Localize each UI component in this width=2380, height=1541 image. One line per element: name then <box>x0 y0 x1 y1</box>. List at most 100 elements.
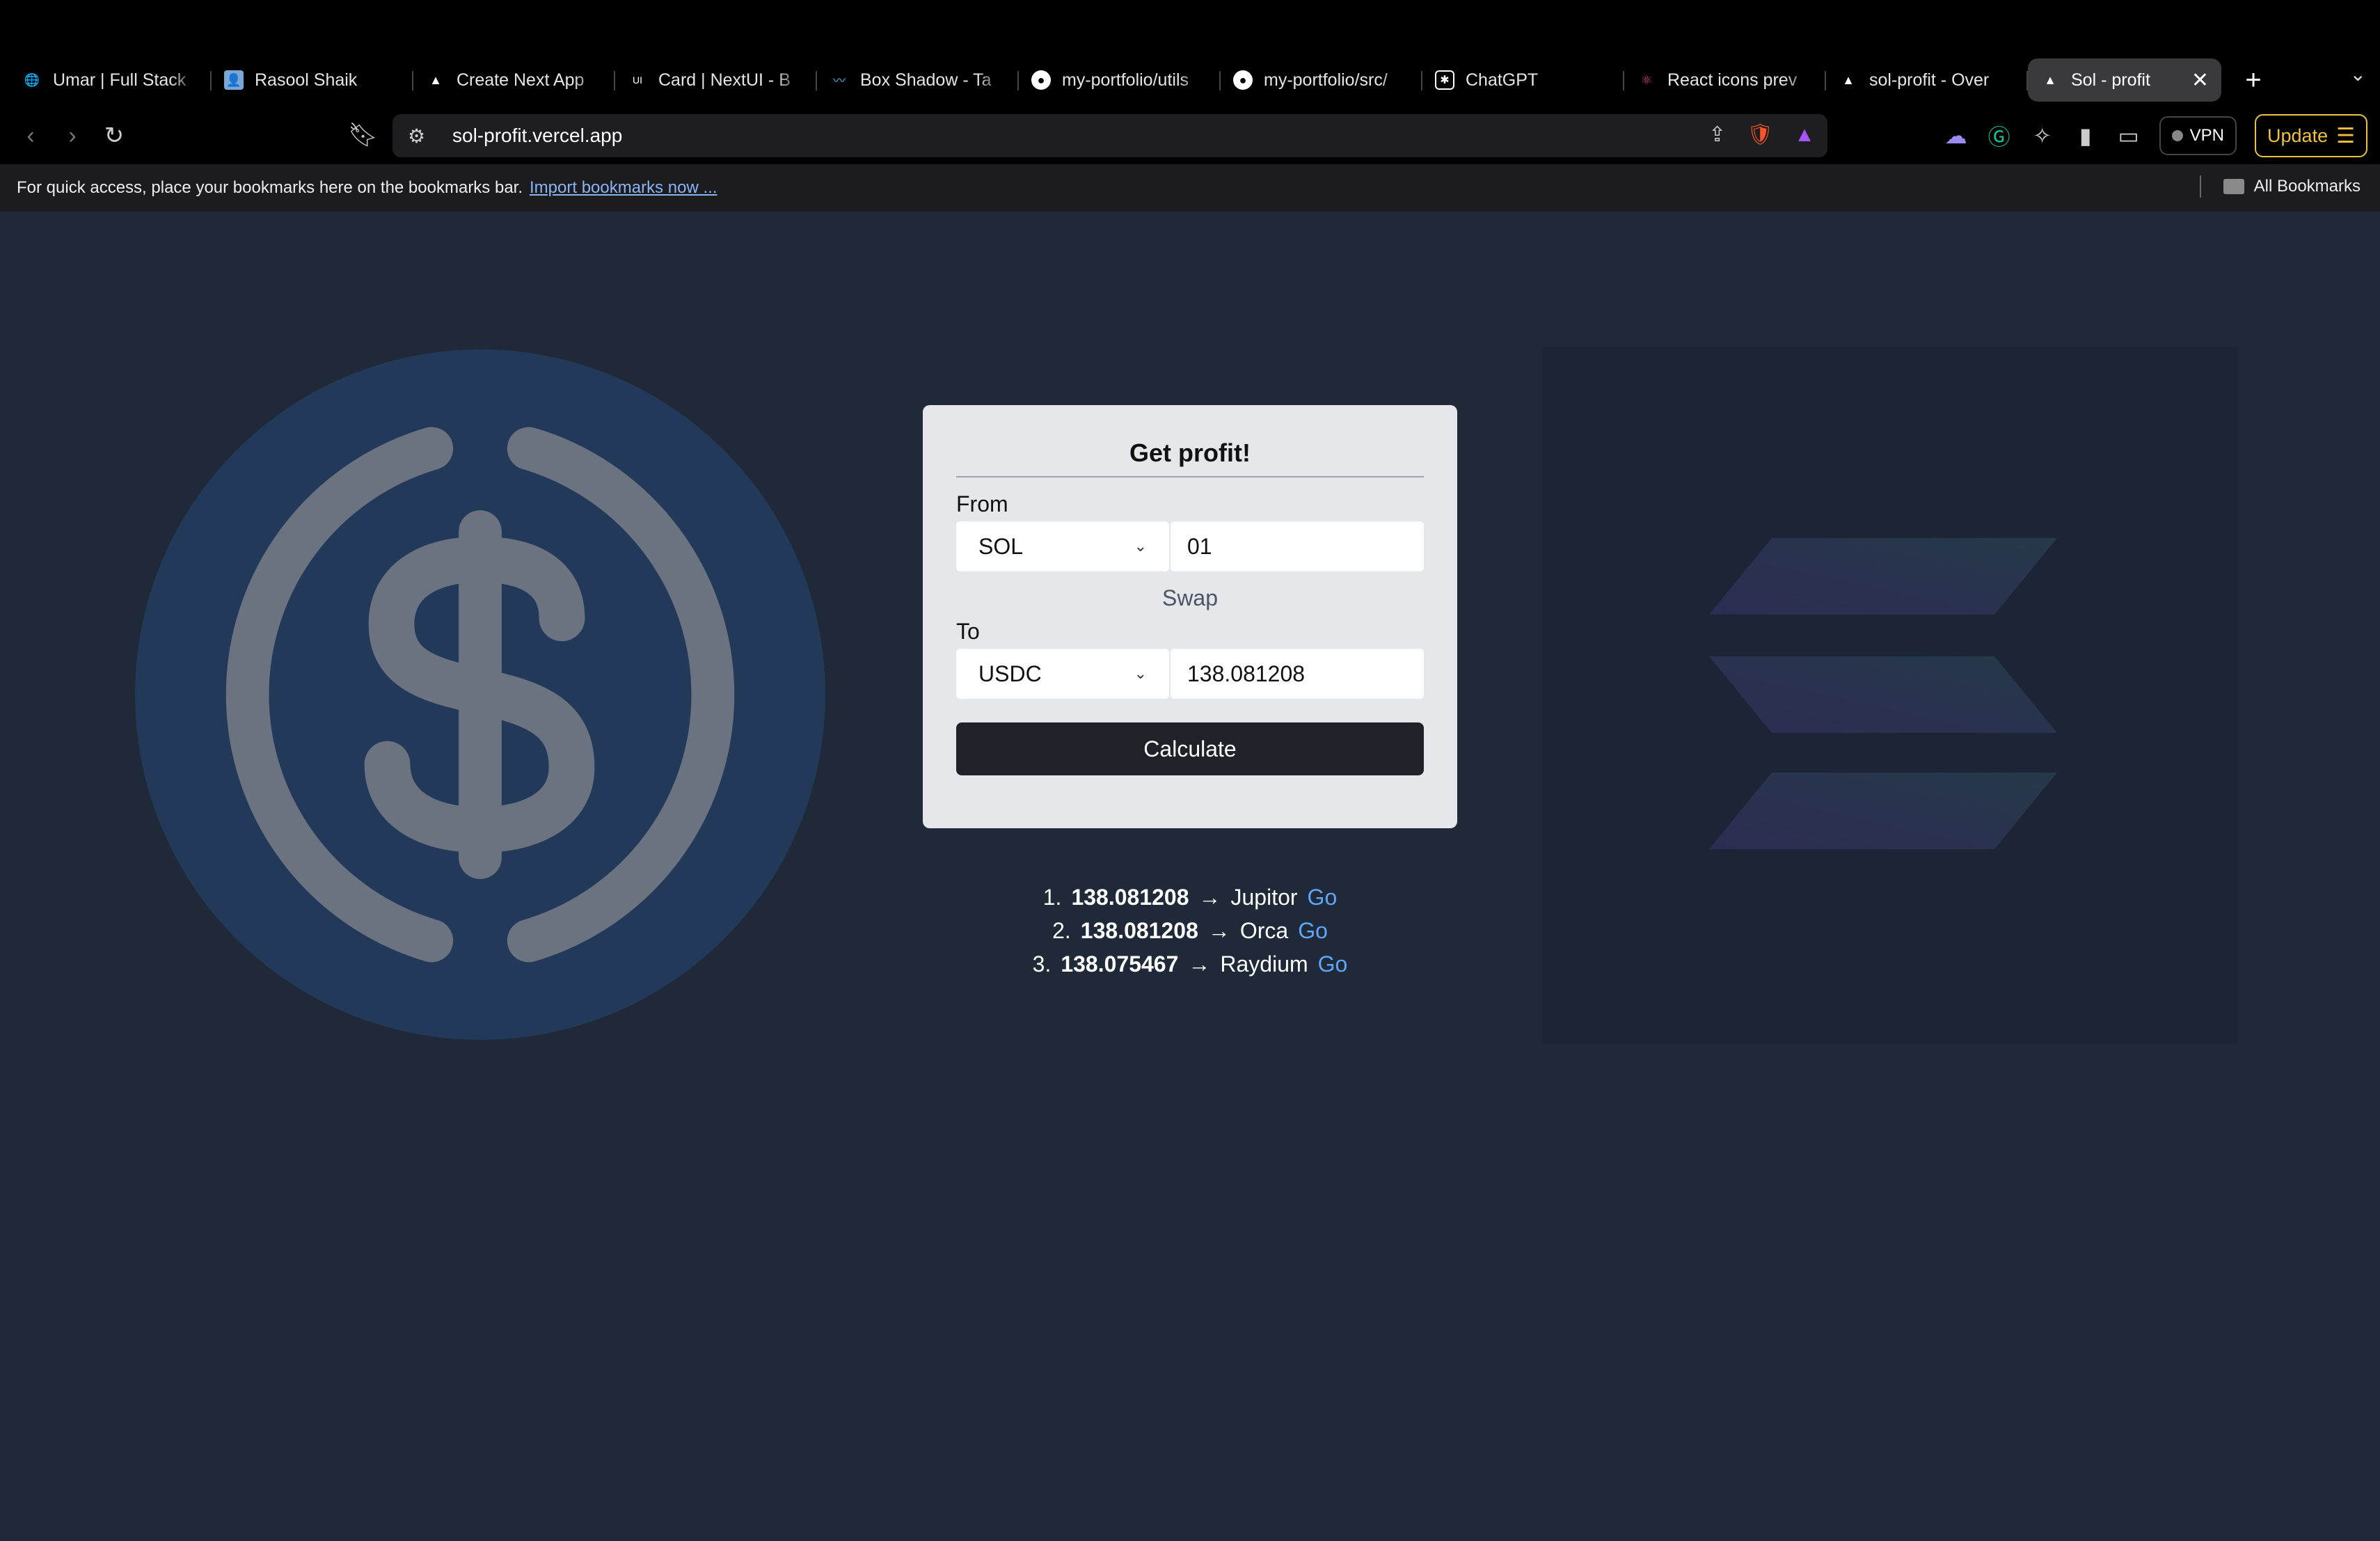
result-amount: 138.081208 <box>1071 884 1189 910</box>
reload-icon[interactable]: ↻ <box>93 122 135 150</box>
from-label: From <box>956 491 1008 516</box>
list-item: 2. 138.081208 → Orca Go <box>1052 916 1328 945</box>
from-amount-input[interactable]: 01 <box>1171 521 1424 571</box>
close-icon[interactable]: ✕ <box>2191 68 2209 93</box>
site-settings-icon[interactable]: ⚙︎ <box>408 125 436 148</box>
swap-button[interactable]: Swap <box>956 577 1424 619</box>
profit-card: Get profit! From SOL ⌄ 01 Swap To USDC ⌄… <box>923 405 1457 828</box>
vercel-icon: ▲ <box>2044 72 2056 87</box>
from-row: SOL ⌄ 01 <box>956 521 1424 571</box>
tab-nextui-card[interactable]: UI Card | NextUI - B <box>615 58 817 102</box>
card-title: Get profit! <box>956 438 1424 477</box>
to-amount-input[interactable]: 138.081208 <box>1171 649 1424 699</box>
arrow-right-icon: → <box>1188 951 1211 977</box>
ghost-extension-icon[interactable]: ☁︎ <box>1944 123 1969 149</box>
new-tab-button[interactable]: + <box>2238 65 2269 96</box>
result-dex: Jupitor <box>1230 884 1298 910</box>
tab-box-shadow[interactable]: 〰 Box Shadow - Ta <box>817 58 1019 102</box>
tab-github-src[interactable]: ● my-portfolio/src/ <box>1221 58 1422 102</box>
chatgpt-icon: ✱ <box>1435 70 1454 90</box>
from-token-select[interactable]: SOL ⌄ <box>956 521 1169 571</box>
folder-icon <box>2223 179 2244 194</box>
all-bookmarks-button[interactable]: All Bookmarks <box>2199 175 2361 198</box>
menu-icon: ☰ <box>2336 124 2355 148</box>
tab-github-utils[interactable]: ● my-portfolio/utils <box>1019 58 1221 102</box>
from-token-value: SOL <box>978 533 1024 559</box>
chevron-down-icon[interactable]: ⌄ <box>2350 63 2366 86</box>
go-link[interactable]: Go <box>1308 885 1338 910</box>
tab-strip: 🌐 Umar | Full Stack 👤 Rasool Shaik ▲ Cre… <box>0 53 2380 107</box>
react-icon: ⚛ <box>1640 72 1653 87</box>
window-titlebar <box>0 0 2380 53</box>
solana-logo-icon <box>1542 347 2238 1044</box>
divider <box>2199 175 2201 198</box>
tab-label: Rasool Shaik <box>255 70 358 90</box>
result-dex: Raydium <box>1220 951 1308 977</box>
tab-label: Create Next App <box>457 70 585 90</box>
tab-label: ChatGPT <box>1466 70 1539 90</box>
url-text: sol-profit.vercel.app <box>452 125 623 146</box>
result-dex: Orca <box>1239 917 1289 943</box>
avatar-icon: 👤 <box>224 70 244 90</box>
tailwind-icon: 〰 <box>833 74 846 88</box>
vpn-label: VPN <box>2189 126 2225 145</box>
grammarly-icon[interactable]: Ⓖ <box>1987 120 2012 152</box>
tab-react-icons[interactable]: ⚛ React icons prev <box>1624 58 1826 102</box>
list-item: 3. 138.075467 → Raydium Go <box>1033 949 1348 979</box>
results-list: 1. 138.081208 → Jupitor Go 2. 138.081208… <box>923 883 1457 979</box>
result-amount: 138.075467 <box>1061 951 1179 977</box>
result-rank: 1. <box>1042 884 1062 910</box>
tab-label: sol-profit - Over <box>1869 70 1990 90</box>
github-icon: ● <box>1031 70 1051 90</box>
go-link[interactable]: Go <box>1298 918 1328 944</box>
tab-label: my-portfolio/src/ <box>1264 70 1388 90</box>
brave-shields-icon[interactable]: 🛡︎ <box>1747 123 1773 147</box>
tab-umar[interactable]: 🌐 Umar | Full Stack <box>10 58 212 102</box>
import-bookmarks-link[interactable]: Import bookmarks now ... <box>530 178 717 198</box>
tab-label: my-portfolio/utils <box>1062 70 1189 90</box>
usdc-logo-icon <box>134 349 826 1041</box>
nextui-icon: UI <box>633 74 642 86</box>
back-icon[interactable]: ‹ <box>10 123 51 150</box>
vercel-icon: ▲ <box>1842 72 1855 87</box>
tab-chatgpt[interactable]: ✱ ChatGPT <box>1422 58 1624 102</box>
wallet-icon[interactable]: ▭ <box>2116 123 2141 149</box>
address-bar-actions: ⇪ 🛡︎ ▲ <box>1708 123 1815 147</box>
bookmark-icon[interactable]: 🔖︎ <box>348 121 378 149</box>
extensions-area: ☁︎ Ⓖ ✧ ▮ ▭ VPN Update ☰ <box>1944 114 2367 157</box>
share-icon[interactable]: ⇪ <box>1708 123 1726 147</box>
to-token-select[interactable]: USDC ⌄ <box>956 649 1169 699</box>
vpn-button[interactable]: VPN <box>2159 116 2237 155</box>
go-link[interactable]: Go <box>1318 951 1348 977</box>
bookmarks-bar: For quick access, place your bookmarks h… <box>0 164 2380 212</box>
vercel-icon: ▲ <box>429 72 442 87</box>
tab-create-next-app[interactable]: ▲ Create Next App <box>413 58 615 102</box>
extensions-icon[interactable]: ✧ <box>2030 123 2055 149</box>
update-label: Update <box>2267 125 2329 146</box>
tab-sol-profit[interactable]: ▲ Sol - profit ✕ <box>2028 58 2221 102</box>
tab-sol-profit-overview[interactable]: ▲ sol-profit - Over <box>1826 58 2028 102</box>
all-bookmarks-label: All Bookmarks <box>2253 177 2361 196</box>
arrow-right-icon: → <box>1207 917 1230 943</box>
tab-label: Sol - profit <box>2071 70 2150 90</box>
calculate-button[interactable]: Calculate <box>956 722 1424 775</box>
tab-label: React icons prev <box>1667 70 1798 90</box>
brave-rewards-icon[interactable]: ▲ <box>1794 123 1815 147</box>
result-rank: 2. <box>1052 917 1071 943</box>
tab-rasool[interactable]: 👤 Rasool Shaik <box>212 58 413 102</box>
forward-icon[interactable]: › <box>51 123 93 150</box>
tab-label: Card | NextUI - B <box>658 70 791 90</box>
update-button[interactable]: Update ☰ <box>2255 114 2367 157</box>
bookmarks-hint: For quick access, place your bookmarks h… <box>17 178 523 197</box>
vpn-status-icon <box>2171 130 2183 141</box>
arrow-right-icon: → <box>1198 884 1221 910</box>
to-token-value: USDC <box>978 661 1042 686</box>
address-bar[interactable]: ⚙︎ sol-profit.vercel.app ⇪ 🛡︎ ▲ <box>392 114 1827 157</box>
tab-label: Umar | Full Stack <box>53 70 187 90</box>
to-label: To <box>956 619 980 644</box>
github-icon: ● <box>1233 70 1253 90</box>
result-amount: 138.081208 <box>1080 917 1198 943</box>
to-row: USDC ⌄ 138.081208 <box>956 649 1424 699</box>
sidebar-icon[interactable]: ▮ <box>2073 123 2098 149</box>
tab-label: Box Shadow - Ta <box>860 70 992 90</box>
